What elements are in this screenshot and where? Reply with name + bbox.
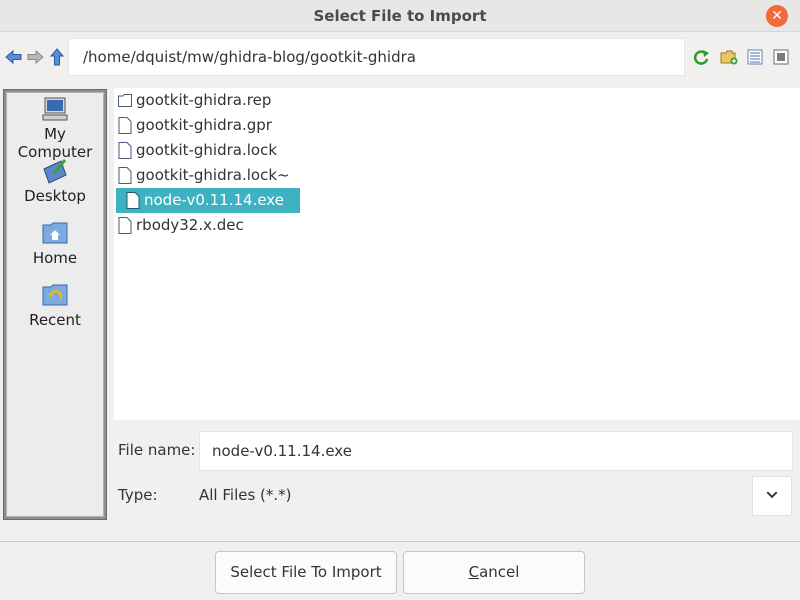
list-item[interactable]: gootkit-ghidra.lock~ (116, 163, 296, 188)
sidebar-item-recent[interactable]: Recent (7, 281, 103, 329)
refresh-icon[interactable] (692, 48, 710, 66)
list-item[interactable]: rbody32.x.dec (116, 213, 250, 238)
list-item[interactable]: gootkit-ghidra.rep (116, 88, 277, 113)
up-arrow-icon[interactable] (48, 48, 66, 66)
title-bar: Select File to Import ✕ (0, 0, 800, 32)
sidebar-item-my-computer[interactable]: My Computer (7, 95, 103, 161)
cancel-button[interactable]: Cancel (403, 551, 585, 594)
places-sidebar: My Computer Desktop Home Recent (3, 89, 107, 520)
file-icon (126, 192, 140, 209)
list-item[interactable]: gootkit-ghidra.gpr (116, 113, 278, 138)
file-icon (118, 167, 132, 184)
path-field[interactable]: /home/dquist/mw/ghidra-blog/gootkit-ghid… (68, 38, 685, 76)
type-select[interactable]: All Files (*.*) (199, 476, 753, 516)
type-dropdown-button[interactable] (752, 476, 792, 516)
sidebar-item-desktop[interactable]: Desktop (7, 157, 103, 205)
computer-icon (42, 97, 68, 121)
file-icon (118, 217, 132, 234)
window-title: Select File to Import (313, 7, 487, 25)
close-icon: ✕ (771, 8, 783, 24)
details-view-icon[interactable] (772, 48, 790, 66)
sidebar-item-label: Recent (29, 311, 81, 329)
close-button[interactable]: ✕ (766, 5, 788, 27)
desktop-icon (43, 159, 67, 184)
file-name-label: File name: (118, 441, 196, 459)
select-file-button[interactable]: Select File To Import (215, 551, 397, 594)
cancel-mnemonic: C (468, 563, 480, 581)
recent-folder-icon (42, 284, 68, 306)
file-icon (118, 142, 132, 159)
list-item-selected[interactable]: node-v0.11.14.exe (116, 188, 300, 213)
chevron-down-icon (766, 491, 778, 499)
file-icon (118, 117, 132, 134)
sidebar-item-label: Desktop (24, 187, 86, 205)
forward-arrow-icon[interactable] (26, 48, 44, 66)
list-item[interactable]: gootkit-ghidra.lock (116, 138, 283, 163)
sidebar-item-label: My Computer (17, 125, 93, 161)
new-folder-icon[interactable] (720, 48, 738, 66)
sidebar-item-home[interactable]: Home (7, 219, 103, 267)
list-view-icon[interactable] (746, 48, 764, 66)
file-list[interactable]: gootkit-ghidra.rep gootkit-ghidra.gpr go… (114, 88, 800, 420)
sidebar-item-label: Home (32, 249, 78, 267)
file-name-input[interactable]: node-v0.11.14.exe (199, 431, 793, 471)
back-arrow-icon[interactable] (5, 48, 23, 66)
home-folder-icon (42, 222, 68, 244)
folder-icon (118, 94, 132, 107)
cancel-label-rest: ancel (479, 563, 520, 581)
type-label: Type: (118, 486, 158, 504)
